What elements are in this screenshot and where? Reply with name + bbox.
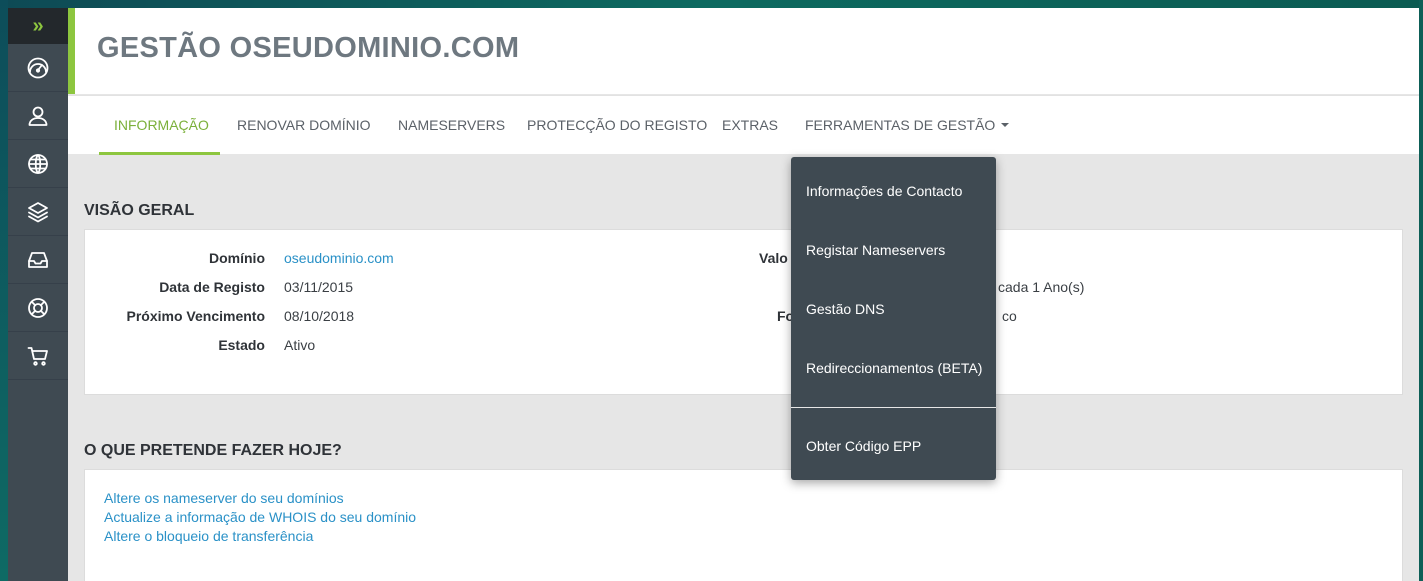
next-due-value: 08/10/2018	[284, 308, 355, 324]
page-title: GESTÃO OSEUDOMINIO.COM	[97, 32, 520, 64]
menu-item-redirects[interactable]: Redireccionamentos (BETA)	[806, 360, 982, 376]
tab-proteccao-do-registo[interactable]: PROTECÇÃO DO REGISTO	[527, 96, 707, 154]
inbox-icon	[28, 251, 48, 268]
action-link-transfer-lock[interactable]: Altere o bloqueio de transferência	[104, 528, 313, 544]
status-value: Ativo	[284, 337, 316, 353]
overview-panel: Domínio oseudominio.com Data de Registo …	[84, 229, 1403, 395]
registration-date-label: Data de Registo	[159, 279, 265, 295]
background-right	[1419, 0, 1423, 581]
menu-item-contact-info[interactable]: Informações de Contacto	[806, 183, 962, 199]
registration-date-value: 03/11/2015	[284, 279, 354, 295]
menu-item-epp-code[interactable]: Obter Código EPP	[806, 438, 921, 454]
tab-ferramentas-de-gestao[interactable]: FERRAMENTAS DE GESTÃO	[805, 96, 1010, 154]
tab-bar: INFORMAÇÃO RENOVAR DOMÍNIO NAMESERVERS P…	[68, 95, 1419, 154]
tab-ferramentas-label: FERRAMENTAS DE GESTÃO	[805, 117, 996, 133]
menu-item-dns-management[interactable]: Gestão DNS	[806, 301, 885, 317]
status-label: Estado	[218, 337, 265, 353]
management-tools-dropdown: Informações de Contacto Registar Nameser…	[791, 157, 996, 480]
menu-divider	[791, 407, 996, 408]
sidebar-item-inbox[interactable]	[8, 236, 68, 284]
cart-icon	[27, 346, 48, 366]
main-content: GESTÃO OSEUDOMINIO.COM INFORMAÇÃO RENOVA…	[68, 8, 1419, 581]
action-link-nameservers[interactable]: Altere os nameserver do seu domínios	[104, 490, 344, 506]
dashboard-icon	[27, 57, 49, 78]
layers-icon	[28, 201, 48, 222]
active-tab-indicator	[99, 152, 220, 155]
page-header: GESTÃO OSEUDOMINIO.COM	[68, 8, 1419, 94]
menu-item-register-nameservers[interactable]: Registar Nameservers	[806, 242, 945, 258]
sidebar-item-support[interactable]	[8, 284, 68, 332]
action-link-whois[interactable]: Actualize a informação de WHOIS do seu d…	[104, 509, 416, 525]
tab-informacao[interactable]: INFORMAÇÃO	[114, 96, 209, 154]
sidebar-item-dashboard[interactable]	[8, 44, 68, 92]
domain-label: Domínio	[209, 250, 265, 266]
price-label-partial: Valo	[759, 250, 788, 266]
tab-renovar-dominio[interactable]: RENOVAR DOMÍNIO	[237, 96, 371, 154]
next-due-label: Próximo Vencimento	[126, 308, 265, 324]
actions-title: O QUE PRETENDE FAZER HOJE?	[84, 442, 342, 459]
actions-panel: Altere os nameserver do seu domínios Act…	[84, 469, 1403, 581]
double-chevron-right-icon: »	[32, 14, 44, 37]
payment-value-partial: co	[1002, 308, 1017, 324]
domain-value-link[interactable]: oseudominio.com	[284, 250, 394, 266]
sidebar-toggle-button[interactable]: »	[8, 8, 68, 44]
sidebar-item-cart[interactable]	[8, 332, 68, 380]
tab-extras[interactable]: EXTRAS	[722, 96, 778, 154]
sidebar-item-account[interactable]	[8, 92, 68, 140]
sidebar-item-services[interactable]	[8, 188, 68, 236]
background-top	[0, 0, 1423, 8]
tab-nameservers[interactable]: NAMESERVERS	[398, 96, 505, 154]
globe-icon	[28, 153, 48, 174]
recurring-value-partial: cada 1 Ano(s)	[998, 279, 1085, 295]
sidebar-item-domains[interactable]	[8, 140, 68, 188]
caret-down-icon	[1001, 123, 1010, 128]
overview-title: VISÃO GERAL	[84, 202, 195, 219]
background-left	[0, 0, 8, 581]
user-icon	[28, 106, 48, 126]
support-icon	[28, 297, 48, 318]
sidebar: »	[8, 8, 68, 581]
